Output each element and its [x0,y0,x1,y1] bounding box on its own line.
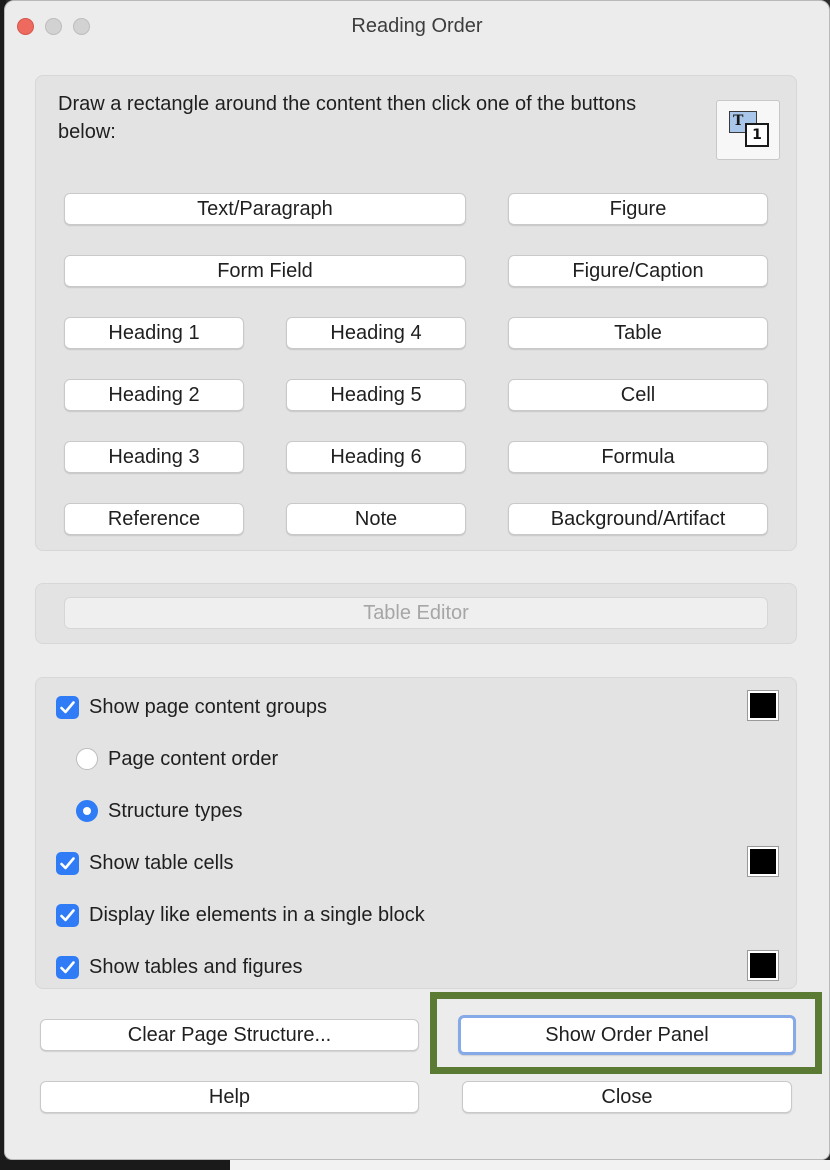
heading-4-button[interactable]: Heading 4 [286,317,466,349]
page-content-order-radio[interactable] [76,748,98,770]
structure-types-label: Structure types [108,799,243,822]
reference-button[interactable]: Reference [64,503,244,535]
checkmark-icon [60,960,75,973]
background-artifact-button[interactable]: Background/Artifact [508,503,768,535]
display-like-elements-option[interactable]: Display like elements in a single block [56,900,425,930]
heading-6-button[interactable]: Heading 6 [286,441,466,473]
table-editor-button: Table Editor [64,597,768,629]
instruction-text: Draw a rectangle around the content then… [58,93,637,143]
heading-1-button[interactable]: Heading 1 [64,317,244,349]
desktop-background-bottom [0,1160,230,1170]
background-window-edge [230,1160,830,1170]
checkmark-icon [60,908,75,921]
show-table-cells-option[interactable]: Show table cells [56,848,234,878]
show-tables-and-figures-option[interactable]: Show tables and figures [56,952,302,982]
title-bar: Reading Order [5,1,829,53]
order-number-icon: 1 [745,123,769,147]
note-button[interactable]: Note [286,503,466,535]
form-field-button[interactable]: Form Field [64,255,466,287]
show-page-content-groups-option[interactable]: Show page content groups [56,692,327,722]
highlight-annotation-frame [430,992,822,1074]
show-page-content-groups-label: Show page content groups [89,695,327,718]
content-groups-color-swatch[interactable] [747,690,779,721]
display-options-group: Show page content groups Page content or… [35,677,797,989]
checkmark-icon [60,856,75,869]
structure-types-radio[interactable] [76,800,98,822]
show-table-cells-checkbox[interactable] [56,851,79,875]
page-content-order-label: Page content order [108,747,279,770]
show-tables-and-figures-label: Show tables and figures [89,955,303,978]
tables-figures-color-swatch[interactable] [747,950,779,981]
heading-5-button[interactable]: Heading 5 [286,379,466,411]
show-tables-and-figures-checkbox[interactable] [56,955,79,979]
show-table-cells-label: Show table cells [89,851,234,874]
figure-button[interactable]: Figure [508,193,768,225]
display-like-elements-label: Display like elements in a single block [89,903,425,926]
checkmark-icon [60,700,75,713]
clear-page-structure-button[interactable]: Clear Page Structure... [40,1019,419,1051]
heading-3-button[interactable]: Heading 3 [64,441,244,473]
structure-types-option[interactable]: Structure types [76,796,243,826]
table-editor-group: Table Editor [35,583,797,644]
display-like-elements-checkbox[interactable] [56,903,79,927]
table-cells-color-swatch[interactable] [747,846,779,877]
formula-button[interactable]: Formula [508,441,768,473]
reading-order-tool-icon[interactable]: T 1 [716,100,780,160]
heading-2-button[interactable]: Heading 2 [64,379,244,411]
close-button[interactable]: Close [462,1081,792,1113]
help-button[interactable]: Help [40,1081,419,1113]
page-content-order-option[interactable]: Page content order [76,744,278,774]
window-title: Reading Order [351,15,483,37]
text-paragraph-button[interactable]: Text/Paragraph [64,193,466,225]
cell-button[interactable]: Cell [508,379,768,411]
table-button[interactable]: Table [508,317,768,349]
figure-caption-button[interactable]: Figure/Caption [508,255,768,287]
reading-order-dialog: Reading Order Draw a rectangle around th… [4,0,830,1160]
content-type-group: Draw a rectangle around the content then… [35,75,797,551]
show-page-content-groups-checkbox[interactable] [56,695,79,719]
